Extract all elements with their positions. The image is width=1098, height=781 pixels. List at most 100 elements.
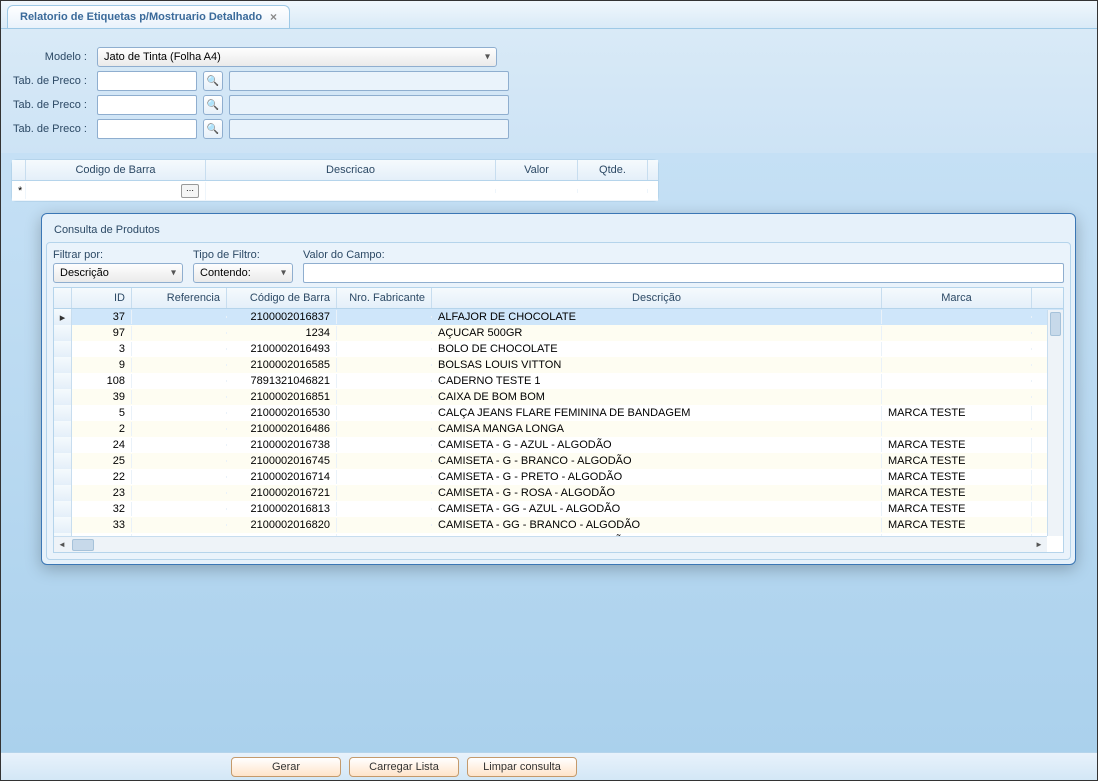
products-grid-header: ID Referencia Código de Barra Nro. Fabri… [54, 288, 1063, 309]
gerar-button[interactable]: Gerar [231, 757, 341, 777]
cell-id: 32 [72, 502, 132, 516]
limpar-consulta-button[interactable]: Limpar consulta [467, 757, 577, 777]
col-valor[interactable]: Valor [496, 160, 578, 180]
cell-id: 22 [72, 470, 132, 484]
cell-fab [337, 460, 432, 462]
cell-marca: MARCA TESTE [882, 502, 1032, 516]
valor-campo-input[interactable] [303, 263, 1064, 283]
tab-preco-display-2 [229, 95, 509, 115]
qtde-cell[interactable] [578, 189, 648, 193]
horizontal-scrollbar[interactable]: ◄ ► [54, 536, 1047, 552]
table-row[interactable]: 32100002016493BOLO DE CHOCOLATE [54, 341, 1063, 357]
tab-report[interactable]: Relatorio de Etiquetas p/Mostruario Deta… [7, 5, 290, 28]
cell-id: 39 [72, 390, 132, 404]
col-qtde[interactable]: Qtde. [578, 160, 648, 180]
cell-ref [132, 412, 227, 414]
row-indicator [54, 437, 72, 453]
cell-id: 5 [72, 406, 132, 420]
row-indicator [54, 341, 72, 357]
table-row[interactable]: 232100002016721CAMISETA - G - ROSA - ALG… [54, 485, 1063, 501]
table-row[interactable]: 332100002016820CAMISETA - GG - BRANCO - … [54, 517, 1063, 533]
cell-id: 33 [72, 518, 132, 532]
table-row[interactable]: 222100002016714CAMISETA - G - PRETO - AL… [54, 469, 1063, 485]
col-descricao[interactable]: Descricao [206, 160, 496, 180]
col-descricao2[interactable]: Descrição [432, 288, 882, 308]
cell-desc: ALFAJOR DE CHOCOLATE [432, 310, 882, 324]
cell-marca [882, 316, 1032, 318]
row-indicator [54, 389, 72, 405]
cell-cod: 2100002016530 [227, 406, 337, 420]
table-row[interactable]: 97 1234 AÇUCAR 500GR [54, 325, 1063, 341]
cell-fab [337, 508, 432, 510]
table-row[interactable]: 392100002016851CAIXA DE BOM BOM [54, 389, 1063, 405]
grid-new-row[interactable]: * ⋯ [12, 181, 658, 201]
row-indicator: ▸ [54, 309, 72, 325]
descricao-cell[interactable] [206, 189, 496, 193]
cell-cod: 2100002016837 [227, 310, 337, 324]
col-referencia[interactable]: Referencia [132, 288, 227, 308]
col-codigo[interactable]: Codigo de Barra [26, 160, 206, 180]
table-row[interactable]: 22100002016486CAMISA MANGA LONGA [54, 421, 1063, 437]
col-fabricante[interactable]: Nro. Fabricante [337, 288, 432, 308]
vertical-scrollbar[interactable] [1047, 310, 1063, 536]
table-row[interactable]: 252100002016745CAMISETA - G - BRANCO - A… [54, 453, 1063, 469]
tab-preco-input-2[interactable] [97, 95, 197, 115]
close-icon[interactable]: × [270, 10, 277, 24]
hscroll-thumb[interactable] [72, 539, 94, 551]
cell-id: 97 [72, 326, 132, 340]
cell-cod: 1234 [227, 326, 337, 340]
carregar-lista-button[interactable]: Carregar Lista [349, 757, 459, 777]
cell-marca: MARCA TESTE [882, 518, 1032, 532]
cell-cod: 2100002016820 [227, 518, 337, 532]
cell-ref [132, 492, 227, 494]
cell-cod: 2100002016745 [227, 454, 337, 468]
vscroll-thumb[interactable] [1050, 312, 1061, 336]
codigo-cell[interactable]: ⋯ [26, 182, 206, 200]
cell-marca [882, 396, 1032, 398]
filtrar-por-value: Descrição [60, 267, 109, 279]
dialog-inner: Filtrar por: Descrição Tipo de Filtro: C… [46, 242, 1071, 560]
tab-preco-label-1: Tab. de Preco : [11, 75, 91, 87]
tab-preco-input-3[interactable] [97, 119, 197, 139]
row-indicator [54, 469, 72, 485]
table-row[interactable]: ▸372100002016837ALFAJOR DE CHOCOLATE [54, 309, 1063, 325]
tipo-filtro-combo[interactable]: Contendo: [193, 263, 293, 283]
cell-marca [882, 332, 1032, 334]
cell-marca: MARCA TESTE [882, 486, 1032, 500]
cell-ref [132, 508, 227, 510]
lookup-button-1[interactable]: 🔍 [203, 71, 223, 91]
hscroll-left-icon[interactable]: ◄ [54, 538, 70, 552]
row-indicator [54, 517, 72, 533]
lookup-button-3[interactable]: 🔍 [203, 119, 223, 139]
filtrar-por-combo[interactable]: Descrição [53, 263, 183, 283]
cell-desc: AÇUCAR 500GR [432, 326, 882, 340]
col-id[interactable]: ID [72, 288, 132, 308]
tab-title: Relatorio de Etiquetas p/Mostruario Deta… [20, 11, 262, 23]
table-row[interactable]: 322100002016813CAMISETA - GG - AZUL - AL… [54, 501, 1063, 517]
row-indicator [54, 501, 72, 517]
table-row[interactable]: 92100002016585BOLSAS LOUIS VITTON [54, 357, 1063, 373]
ellipsis-icon[interactable]: ⋯ [181, 184, 199, 198]
col-codigo-barra[interactable]: Código de Barra [227, 288, 337, 308]
cell-id: 3 [72, 342, 132, 356]
cell-cod: 2100002016714 [227, 470, 337, 484]
tipo-filtro-value: Contendo: [200, 267, 251, 279]
table-row[interactable]: 1087891321046821CADERNO TESTE 1 [54, 373, 1063, 389]
cell-fab [337, 428, 432, 430]
top-grid: Codigo de Barra Descricao Valor Qtde. * … [11, 159, 659, 202]
valor-cell[interactable] [496, 189, 578, 193]
col-marca[interactable]: Marca [882, 288, 1032, 308]
modelo-combo[interactable]: Jato de Tinta (Folha A4) [97, 47, 497, 67]
hscroll-right-icon[interactable]: ► [1031, 538, 1047, 552]
cell-ref [132, 428, 227, 430]
cell-ref [132, 476, 227, 478]
cell-ref [132, 396, 227, 398]
tab-preco-input-1[interactable] [97, 71, 197, 91]
filter-row: Filtrar por: Descrição Tipo de Filtro: C… [53, 249, 1064, 283]
cell-ref [132, 364, 227, 366]
table-row[interactable]: 242100002016738CAMISETA - G - AZUL - ALG… [54, 437, 1063, 453]
cell-desc: CAMISA MANGA LONGA [432, 422, 882, 436]
table-row[interactable]: 52100002016530CALÇA JEANS FLARE FEMININA… [54, 405, 1063, 421]
lookup-button-2[interactable]: 🔍 [203, 95, 223, 115]
valor-campo-label: Valor do Campo: [303, 249, 1064, 261]
